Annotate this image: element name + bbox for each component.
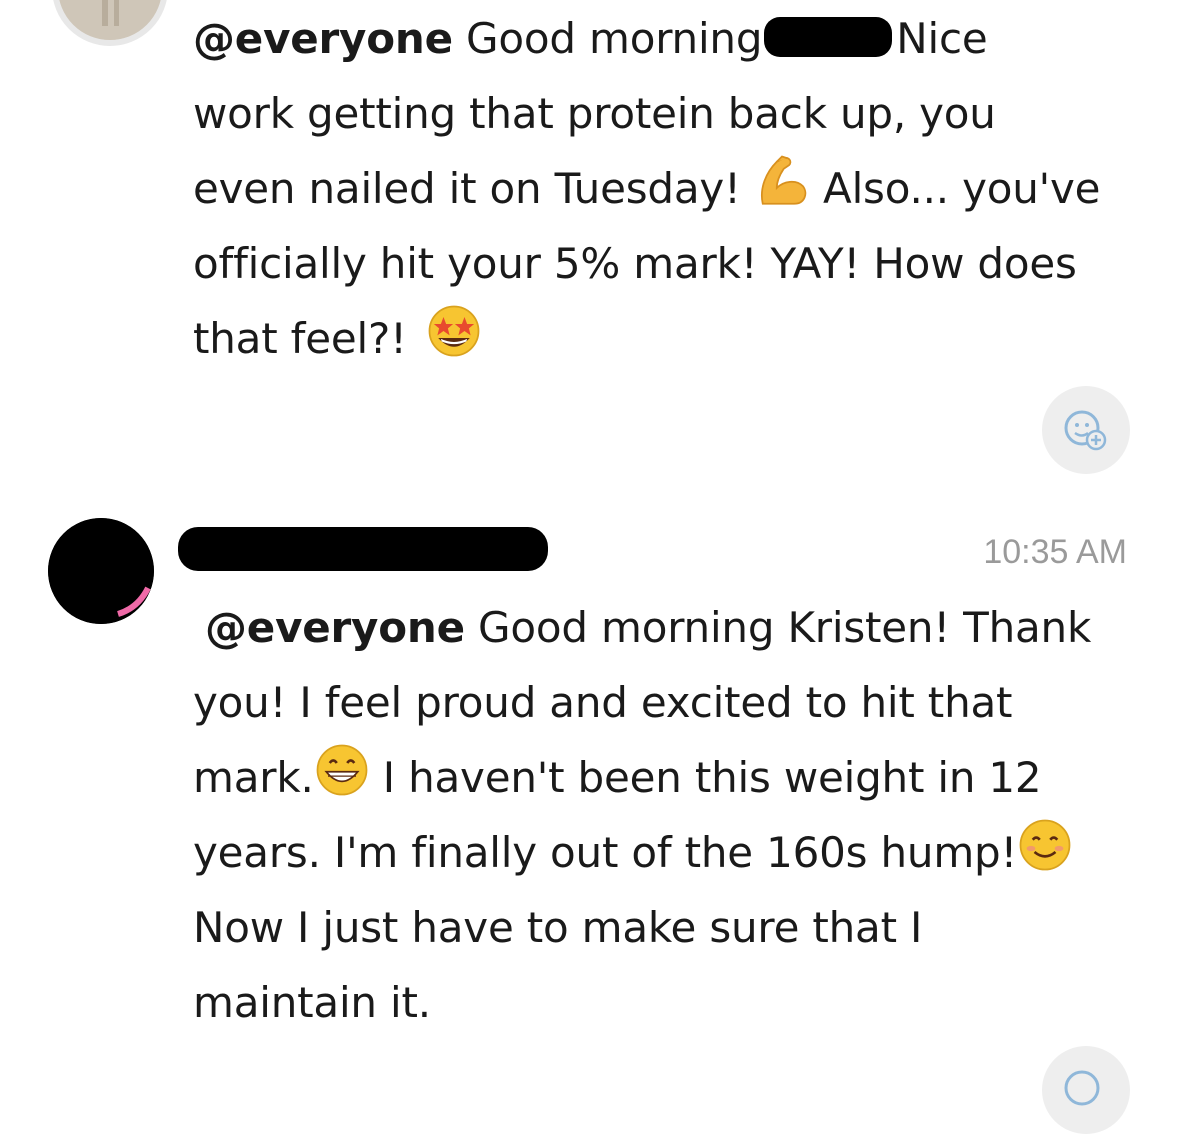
- message-text: I haven't been this weight in 12: [369, 753, 1042, 802]
- redacted-sender-name: [178, 527, 548, 571]
- message-line: you! I feel proud and excited to hit tha…: [193, 678, 1013, 727]
- message-text: even nailed it on Tuesday!: [193, 164, 741, 213]
- avatar-image: [58, 0, 162, 40]
- message-line: maintain it.: [193, 978, 431, 1027]
- message-text: Nice: [896, 14, 988, 63]
- redacted-name: [764, 17, 893, 57]
- smiling-face-icon: [1019, 819, 1071, 871]
- star-struck-icon: [428, 305, 480, 357]
- mention-everyone[interactable]: @everyone: [193, 14, 453, 63]
- add-reaction-icon: [1064, 1070, 1100, 1106]
- message-text: Also... you've: [823, 164, 1101, 213]
- message-text: Good morning Kristen! Thank: [464, 603, 1092, 652]
- message-line: work getting that protein back up, you: [193, 89, 996, 138]
- message-line: officially hit your 5% mark! YAY! How do…: [193, 239, 1077, 288]
- add-reaction-icon: [1064, 410, 1107, 451]
- message-body: @everyone Good morning Nice work getting …: [193, 1, 1143, 376]
- message-line: @everyone Good morning Nice: [193, 1, 1143, 76]
- message-text: that feel?!: [193, 314, 407, 363]
- message-line: Now I just have to make sure that I: [193, 903, 923, 952]
- grinning-face-icon: [316, 744, 367, 796]
- message-line: mark. I haven't been this weight in 12: [193, 740, 1143, 815]
- flexed-biceps-icon: [760, 155, 807, 205]
- message-line: @everyone Good morning Kristen! Thank: [193, 590, 1143, 665]
- message-body: @everyone Good morning Kristen! Thank yo…: [193, 590, 1143, 1040]
- message-line: that feel?!: [193, 301, 1143, 376]
- add-reaction-button[interactable]: [1042, 1046, 1130, 1134]
- message-text: Good morning: [452, 14, 763, 63]
- mention-everyone[interactable]: @everyone: [205, 603, 465, 652]
- add-reaction-button[interactable]: [1042, 386, 1130, 474]
- message-timestamp: 10:35 AM: [983, 533, 1127, 571]
- sender-avatar[interactable]: [48, 518, 154, 624]
- message-line: even nailed it on Tuesday! Also... you'v…: [193, 151, 1143, 226]
- message-text: mark.: [193, 753, 314, 802]
- message-text: years. I'm finally out of the 160s hump!: [193, 828, 1018, 877]
- message-line: years. I'm finally out of the 160s hump!: [193, 815, 1143, 890]
- sender-avatar[interactable]: [52, 0, 168, 46]
- redacted-avatar: [48, 518, 154, 624]
